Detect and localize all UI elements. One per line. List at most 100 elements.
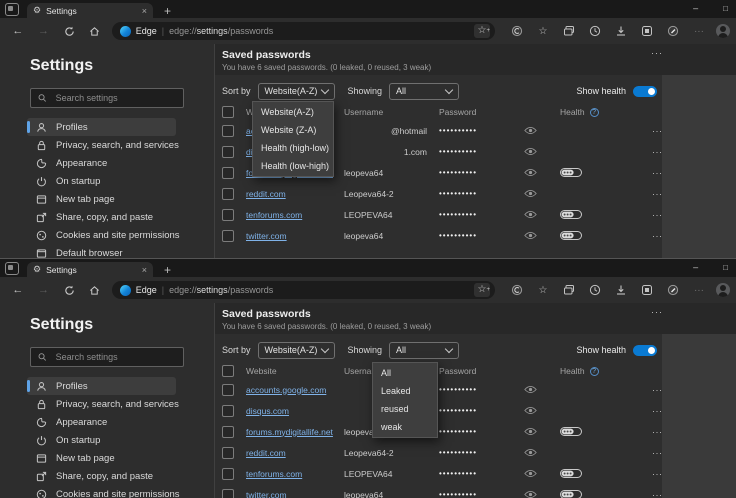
showing-select[interactable]: All [389, 342, 459, 359]
sort-option[interactable]: Website(A-Z) [253, 103, 333, 121]
add-favorite-icon[interactable]: ☆+ [474, 283, 490, 297]
row-menu-button[interactable]: ··· [652, 210, 667, 220]
back-button[interactable]: ← [6, 25, 30, 37]
search-settings-box[interactable] [30, 347, 184, 367]
url-text[interactable]: edge://settings/passwords [169, 26, 273, 36]
collections-icon[interactable] [556, 25, 582, 37]
copilot-icon[interactable] [504, 25, 530, 37]
settings-menu-icon[interactable]: ··· [686, 285, 712, 296]
reveal-password-icon[interactable] [524, 406, 560, 415]
row-checkbox[interactable] [222, 125, 234, 137]
select-all-checkbox[interactable] [222, 365, 234, 377]
profile-avatar[interactable] [716, 24, 730, 38]
row-menu-button[interactable]: ··· [652, 469, 667, 479]
website-link[interactable]: tenforums.com [246, 469, 344, 479]
new-tab-button[interactable]: + [164, 263, 171, 277]
sort-option[interactable]: Health (high-low) [253, 139, 333, 157]
minimize-button[interactable]: – [693, 3, 698, 13]
downloads-icon[interactable] [608, 284, 634, 296]
reveal-password-icon[interactable] [524, 126, 560, 135]
reveal-password-icon[interactable] [524, 147, 560, 156]
showing-option[interactable]: Leaked [373, 382, 437, 400]
row-menu-button[interactable]: ··· [652, 385, 667, 395]
extension-a-icon[interactable] [634, 284, 660, 296]
row-checkbox[interactable] [222, 468, 234, 480]
row-menu-button[interactable]: ··· [652, 406, 667, 416]
minimize-button[interactable]: – [693, 262, 698, 272]
home-button[interactable] [83, 285, 107, 296]
row-menu-button[interactable]: ··· [652, 231, 667, 241]
favorites-icon[interactable]: ☆ [530, 285, 556, 296]
showing-select[interactable]: All [389, 83, 459, 100]
address-bar[interactable]: Edge | edge://settings/passwords ☆+ [112, 22, 495, 40]
settings-menu-icon[interactable]: ··· [686, 26, 712, 37]
section-more-button[interactable]: ··· [651, 307, 663, 317]
history-icon[interactable] [582, 284, 608, 296]
reveal-password-icon[interactable] [524, 490, 560, 498]
show-health-toggle[interactable] [633, 86, 657, 97]
showing-option[interactable]: All [373, 364, 437, 382]
row-checkbox[interactable] [222, 384, 234, 396]
extension-b-icon[interactable] [660, 25, 686, 37]
sidebar-item[interactable]: On startup [27, 172, 176, 190]
sidebar-item[interactable]: On startup [27, 431, 176, 449]
sidebar-item[interactable]: Profiles [27, 118, 176, 136]
tab-settings[interactable]: ⚙ Settings × [27, 262, 153, 277]
website-link[interactable]: tenforums.com [246, 210, 344, 220]
add-favorite-icon[interactable]: ☆+ [474, 24, 490, 38]
row-checkbox[interactable] [222, 230, 234, 242]
row-checkbox[interactable] [222, 489, 234, 498]
sidebar-item[interactable]: Appearance [27, 413, 176, 431]
sidebar-item[interactable]: Cookies and site permissions [27, 485, 176, 498]
tab-close-icon[interactable]: × [142, 6, 147, 16]
search-settings-box[interactable] [30, 88, 184, 108]
row-checkbox[interactable] [222, 167, 234, 179]
select-all-checkbox[interactable] [222, 106, 234, 118]
row-checkbox[interactable] [222, 405, 234, 417]
new-tab-button[interactable]: + [164, 4, 171, 18]
sidebar-item[interactable]: Appearance [27, 154, 176, 172]
sidebar-item[interactable]: Privacy, search, and services [27, 395, 176, 413]
sidebar-item[interactable]: Default browser [27, 244, 176, 258]
row-menu-button[interactable]: ··· [652, 448, 667, 458]
tab-close-icon[interactable]: × [142, 265, 147, 275]
refresh-button[interactable] [57, 285, 81, 296]
sidebar-item[interactable]: New tab page [27, 449, 176, 467]
sidebar-item[interactable]: Share, copy, and paste [27, 208, 176, 226]
reveal-password-icon[interactable] [524, 385, 560, 394]
reveal-password-icon[interactable] [524, 189, 560, 198]
edge-logo-icon[interactable] [120, 26, 131, 37]
health-help-icon[interactable]: ? [590, 367, 599, 376]
refresh-button[interactable] [57, 26, 81, 37]
maximize-button[interactable]: □ [723, 4, 728, 13]
row-menu-button[interactable]: ··· [652, 168, 667, 178]
maximize-button[interactable]: □ [723, 263, 728, 272]
row-checkbox[interactable] [222, 188, 234, 200]
section-more-button[interactable]: ··· [651, 48, 663, 58]
tab-actions-icon[interactable] [5, 3, 19, 16]
sidebar-item[interactable]: Privacy, search, and services [27, 136, 176, 154]
website-link[interactable]: disqus.com [246, 406, 344, 416]
reveal-password-icon[interactable] [524, 168, 560, 177]
sort-by-select[interactable]: Website(A-Z) [258, 83, 335, 100]
favorites-icon[interactable]: ☆ [530, 26, 556, 37]
website-link[interactable]: twitter.com [246, 490, 344, 498]
reveal-password-icon[interactable] [524, 231, 560, 240]
row-checkbox[interactable] [222, 447, 234, 459]
row-menu-button[interactable]: ··· [652, 490, 667, 498]
sidebar-item[interactable]: Cookies and site permissions [27, 226, 176, 244]
website-link[interactable]: reddit.com [246, 189, 344, 199]
copilot-icon[interactable] [504, 284, 530, 296]
sort-option[interactable]: Website (Z-A) [253, 121, 333, 139]
row-menu-button[interactable]: ··· [652, 427, 667, 437]
health-help-icon[interactable]: ? [590, 108, 599, 117]
tab-settings[interactable]: ⚙ Settings × [27, 3, 153, 18]
home-button[interactable] [83, 26, 107, 37]
row-checkbox[interactable] [222, 209, 234, 221]
sort-option[interactable]: Health (low-high) [253, 157, 333, 175]
search-settings-input[interactable] [54, 92, 176, 104]
address-bar[interactable]: Edge | edge://settings/passwords ☆+ [112, 281, 495, 299]
search-settings-input[interactable] [54, 351, 176, 363]
reveal-password-icon[interactable] [524, 448, 560, 457]
sidebar-item[interactable]: New tab page [27, 190, 176, 208]
